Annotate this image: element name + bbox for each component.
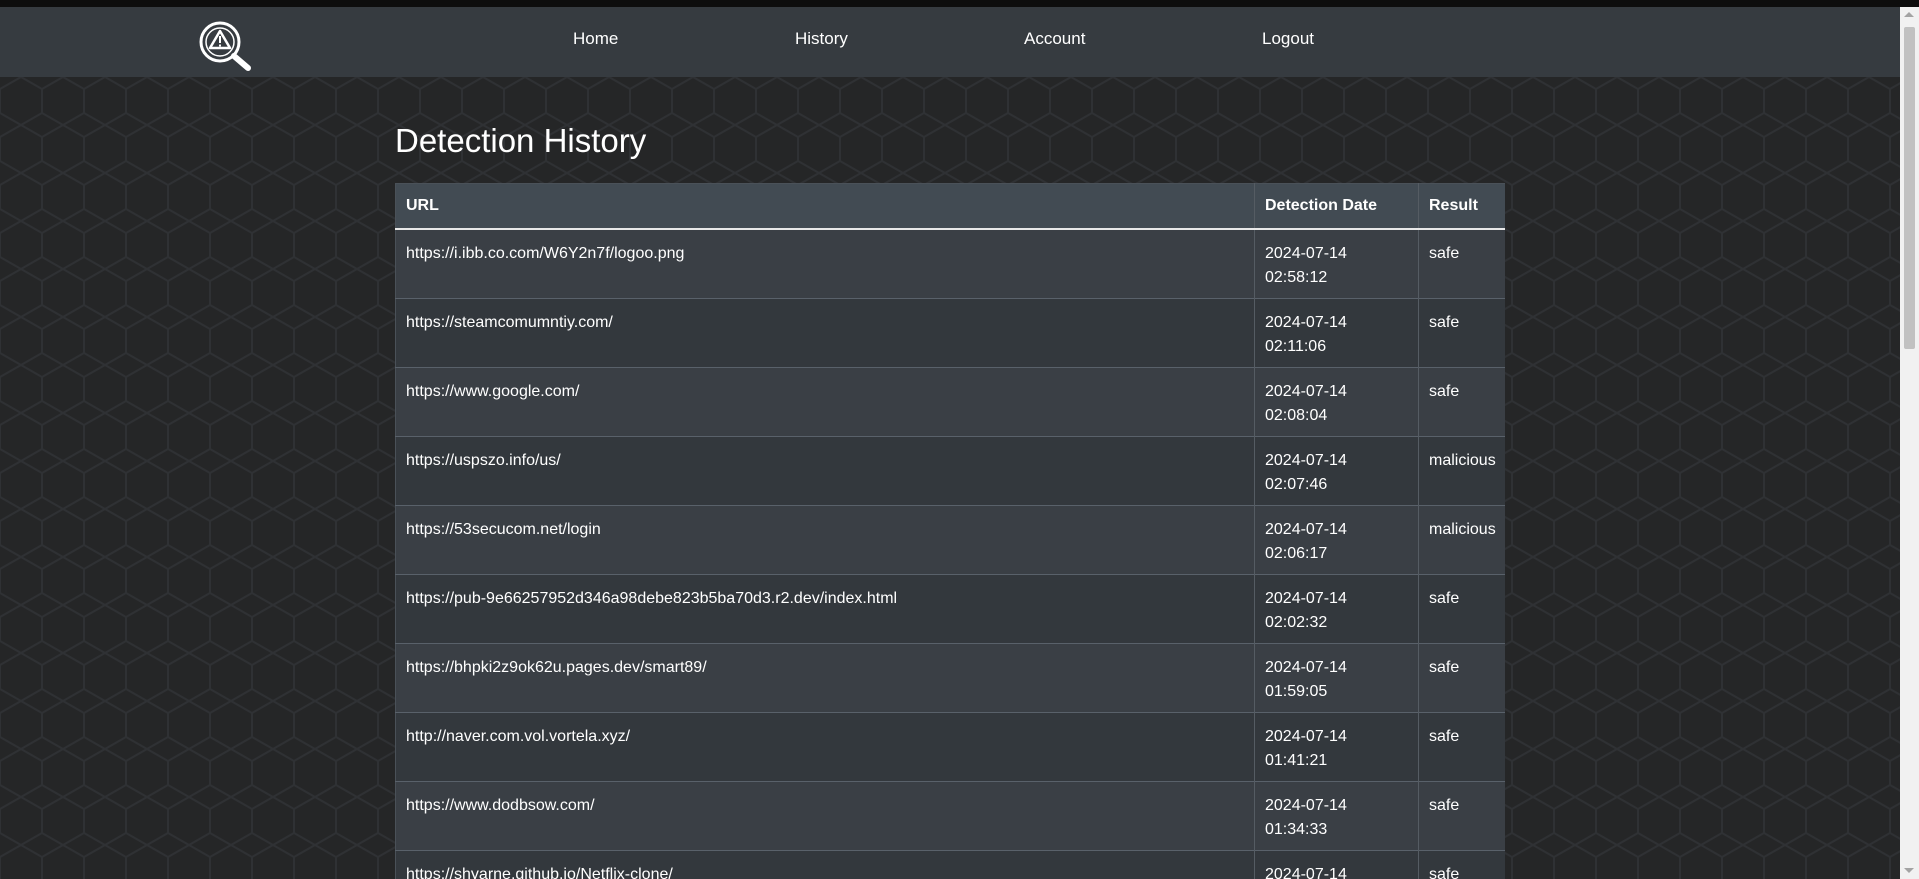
detection-date-cell: 2024-07-14 01:59:05	[1254, 642, 1419, 712]
result-status: safe	[1429, 589, 1460, 607]
detection-date-cell: 2024-07-14 01:34:33	[1254, 780, 1419, 850]
url-cell: https://bhpki2z9ok62u.pages.dev/smart89/	[395, 642, 1255, 712]
url-cell: https://pub-9e66257952d346a98debe823b5ba…	[395, 573, 1255, 643]
detection-time: 02:07:46	[1265, 475, 1328, 493]
result-cell: safe	[1418, 573, 1505, 643]
nav-home-link[interactable]: Home	[573, 29, 618, 49]
detection-date: 2024-07-14	[1265, 589, 1347, 607]
detection-date-cell: 2024-07-14 02:06:17	[1254, 504, 1419, 574]
nav-history-link[interactable]: History	[795, 29, 848, 49]
result-cell: safe	[1418, 642, 1505, 712]
detection-date-cell: 2024-07-14	[1254, 849, 1419, 879]
url-cell: https://uspszo.info/us/	[395, 435, 1255, 505]
url-cell: https://www.dodbsow.com/	[395, 780, 1255, 850]
detected-url: https://steamcomumntiy.com/	[406, 313, 613, 331]
result-cell: malicious	[1418, 435, 1505, 505]
detection-date: 2024-07-14	[1265, 796, 1347, 814]
detected-url: https://uspszo.info/us/	[406, 451, 561, 469]
detected-url: https://shyarne.github.io/Netflix-clone/	[406, 865, 673, 879]
detection-time: 02:08:04	[1265, 406, 1328, 424]
history-table-container: URL Detection Date Result https://i.ibb.…	[395, 183, 1505, 879]
detection-time: 02:11:06	[1265, 337, 1327, 355]
nav-logout-link[interactable]: Logout	[1262, 29, 1314, 49]
table-row: https://shyarne.github.io/Netflix-clone/…	[395, 849, 1505, 879]
result-status: safe	[1429, 727, 1460, 745]
result-cell: safe	[1418, 849, 1505, 879]
window-top-band	[0, 0, 1919, 7]
detection-time: 02:06:17	[1265, 544, 1328, 562]
result-status: safe	[1429, 382, 1460, 400]
table-row: https://steamcomumntiy.com/2024-07-14 02:…	[395, 297, 1505, 367]
detection-time: 01:41:21	[1265, 751, 1328, 769]
detection-date: 2024-07-14	[1265, 520, 1347, 538]
detected-url: https://www.google.com/	[406, 382, 580, 400]
detection-date-cell: 2024-07-14 02:07:46	[1254, 435, 1419, 505]
detection-date: 2024-07-14	[1265, 451, 1347, 469]
detected-url: https://53secucom.net/login	[406, 520, 601, 538]
url-cell: https://i.ibb.co.com/W6Y2n7f/logoo.png	[395, 228, 1255, 298]
page-title: Detection History	[395, 122, 647, 159]
detected-url: http://naver.com.vol.vortela.xyz/	[406, 727, 631, 745]
result-status: safe	[1429, 245, 1460, 262]
detection-date-cell: 2024-07-14 02:11:06	[1254, 297, 1419, 367]
result-status: malicious	[1429, 451, 1496, 469]
detection-date-cell: 2024-07-14 02:02:32	[1254, 573, 1419, 643]
detection-date: 2024-07-14	[1265, 245, 1347, 262]
result-cell: safe	[1418, 297, 1505, 367]
detection-date: 2024-07-14	[1265, 382, 1347, 400]
detection-time: 02:02:32	[1265, 613, 1328, 631]
detected-url: https://bhpki2z9ok62u.pages.dev/smart89/	[406, 658, 707, 676]
table-row: https://pub-9e66257952d346a98debe823b5ba…	[395, 573, 1505, 643]
detection-time: 01:34:33	[1265, 820, 1328, 838]
result-cell: safe	[1418, 366, 1505, 436]
detection-history-table: URL Detection Date Result https://i.ibb.…	[395, 183, 1505, 879]
scroll-up-arrow-icon[interactable]	[1904, 12, 1914, 17]
url-cell: https://www.google.com/	[395, 366, 1255, 436]
detection-date-cell: 2024-07-14 01:41:21	[1254, 711, 1419, 781]
result-cell: safe	[1418, 228, 1505, 298]
detection-time: 01:59:05	[1265, 682, 1328, 700]
result-cell: safe	[1418, 780, 1505, 850]
detection-date: 2024-07-14	[1265, 313, 1347, 331]
detection-date: 2024-07-14	[1265, 727, 1347, 745]
scrollbar-thumb[interactable]	[1904, 27, 1915, 349]
result-cell: safe	[1418, 711, 1505, 781]
column-header-detection-date[interactable]: Detection Date	[1254, 183, 1419, 230]
result-status: safe	[1429, 313, 1460, 331]
table-body: https://i.ibb.co.com/W6Y2n7f/logoo.png 20…	[395, 228, 1505, 879]
url-cell: https://53secucom.net/login	[395, 504, 1255, 574]
detection-time: 02:58:12	[1265, 269, 1328, 286]
table-row: https://bhpki2z9ok62u.pages.dev/smart89/…	[395, 642, 1505, 712]
detection-date: 2024-07-14	[1265, 658, 1347, 676]
table-row: http://naver.com.vol.vortela.xyz/2024-07…	[395, 711, 1505, 781]
scroll-down-arrow-icon[interactable]	[1904, 868, 1914, 873]
table-row: https://www.google.com/2024-07-14 02:08:0…	[395, 366, 1505, 436]
result-status: safe	[1429, 865, 1460, 879]
detected-url: https://pub-9e66257952d346a98debe823b5ba…	[406, 589, 898, 607]
detected-url: https://i.ibb.co.com/W6Y2n7f/logoo.png	[406, 245, 685, 262]
detected-url: https://www.dodbsow.com/	[406, 796, 595, 814]
table-row: https://53secucom.net/login 2024-07-14 02:…	[395, 504, 1505, 574]
result-cell: malicious	[1418, 504, 1505, 574]
result-status: safe	[1429, 658, 1460, 676]
url-cell: http://naver.com.vol.vortela.xyz/	[395, 711, 1255, 781]
column-header-url[interactable]: URL	[395, 183, 1255, 230]
detection-date-cell: 2024-07-14 02:58:12	[1254, 228, 1419, 298]
table-header-row: URL Detection Date Result	[395, 183, 1505, 230]
url-cell: https://steamcomumntiy.com/	[395, 297, 1255, 367]
top-navbar: Home History Account Logout	[0, 7, 1900, 77]
url-cell: https://shyarne.github.io/Netflix-clone/	[395, 849, 1255, 879]
detection-date-cell: 2024-07-14 02:08:04	[1254, 366, 1419, 436]
table-row: https://uspszo.info/us/2024-07-14 02:07:4…	[395, 435, 1505, 505]
warning-magnifier-logo-icon[interactable]	[198, 20, 256, 74]
column-header-result[interactable]: Result	[1418, 183, 1505, 230]
table-row: https://i.ibb.co.com/W6Y2n7f/logoo.png 20…	[395, 228, 1505, 298]
result-status: malicious	[1429, 520, 1496, 538]
detection-date: 2024-07-14	[1265, 865, 1347, 879]
result-status: safe	[1429, 796, 1460, 814]
nav-account-link[interactable]: Account	[1024, 29, 1085, 49]
table-row: https://www.dodbsow.com/2024-07-14 01:34:…	[395, 780, 1505, 850]
